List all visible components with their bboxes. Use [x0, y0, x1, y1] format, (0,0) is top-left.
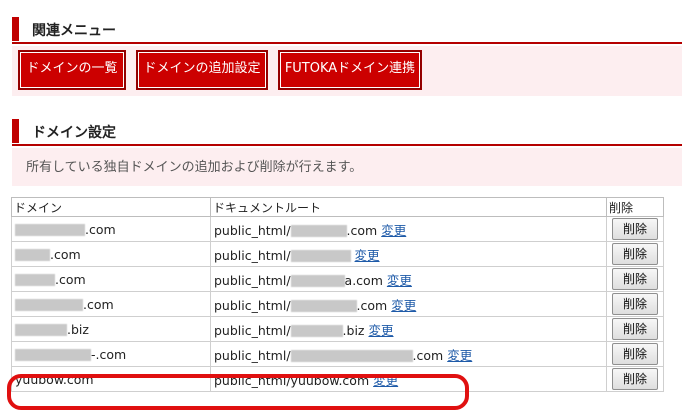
redacted-text — [15, 274, 55, 286]
redacted-text — [15, 299, 83, 311]
domain-name: .com — [83, 296, 114, 312]
domain-name: .com — [55, 271, 86, 287]
column-header-delete: 削除 — [606, 197, 664, 217]
redacted-text — [290, 250, 351, 262]
domain-name: .com — [85, 221, 116, 237]
delete-cell: 削除 — [606, 341, 664, 367]
document-root-cell: public_html/ .com 変更 — [210, 216, 607, 242]
redacted-text — [290, 350, 413, 362]
domain-cell: -.com — [11, 341, 211, 367]
domain-settings-header: ドメイン設定 — [12, 116, 682, 146]
change-link[interactable]: 変更 — [447, 348, 472, 363]
domain-settings-description: 所有している独自ドメインの追加および削除が行えます。 — [26, 160, 363, 175]
column-header-document-root: ドキュメントルート — [210, 197, 607, 217]
delete-cell: 削除 — [606, 216, 664, 242]
domain-cell: .com — [11, 291, 211, 317]
redacted-text — [15, 324, 67, 336]
domain-list-button[interactable]: ドメインの一覧 — [18, 50, 126, 90]
delete-button[interactable]: 削除 — [612, 243, 658, 265]
table-row: yuubow.com public_html/yuubow.com 変更 削除 — [11, 366, 664, 392]
change-link[interactable]: 変更 — [373, 373, 398, 388]
domain-settings-title: ドメイン設定 — [32, 125, 116, 141]
table-row: .com public_html/a.com 変更 削除 — [11, 266, 664, 292]
document-root-cell: public_html/変更 — [210, 241, 607, 267]
delete-button[interactable]: 削除 — [612, 218, 658, 240]
document-root-prefix: public_html/ — [214, 222, 291, 238]
document-root-cell: public_html/ .com 変更 — [210, 291, 607, 317]
domain-cell: .com — [11, 216, 211, 242]
document-root-cell: public_html/ .biz 変更 — [210, 316, 607, 342]
delete-cell: 削除 — [606, 241, 664, 267]
document-root-suffix: .com — [346, 222, 378, 238]
table-row: .com public_html/変更 削除 — [11, 241, 664, 267]
document-root-prefix: public_html/ — [214, 322, 291, 338]
related-menu-title: 関連メニュー — [32, 23, 116, 39]
domain-name: -.com — [91, 346, 127, 362]
delete-button[interactable]: 削除 — [612, 268, 658, 290]
section-marker — [12, 17, 19, 41]
delete-button[interactable]: 削除 — [612, 293, 658, 315]
delete-button[interactable]: 削除 — [612, 368, 658, 390]
document-root-cell: public_html/yuubow.com 変更 — [210, 366, 607, 392]
redacted-text — [15, 349, 91, 361]
table-row: -.com public_html/ .com 変更 削除 — [11, 341, 664, 367]
related-menu-panel: ドメインの一覧 ドメインの追加設定 FUTOKAドメイン連携 — [12, 46, 682, 96]
domain-name: .biz — [67, 321, 89, 337]
document-root-suffix: .com — [356, 297, 388, 313]
delete-cell: 削除 — [606, 291, 664, 317]
document-root-prefix: public_html/ — [214, 347, 291, 363]
domain-table: ドメイン ドキュメントルート 削除 .com public_html/.com 変… — [11, 197, 664, 392]
document-root-cell: public_html/ .com 変更 — [210, 341, 607, 367]
delete-cell: 削除 — [606, 266, 664, 292]
domain-add-settings-button[interactable]: ドメインの追加設定 — [136, 50, 268, 90]
futoka-domain-link-button[interactable]: FUTOKAドメイン連携 — [278, 50, 422, 90]
change-link[interactable]: 変更 — [355, 248, 380, 263]
redacted-text — [15, 249, 50, 261]
delete-cell: 削除 — [606, 366, 664, 392]
document-root-cell: public_html/a.com 変更 — [210, 266, 607, 292]
change-link[interactable]: 変更 — [391, 298, 416, 313]
delete-cell: 削除 — [606, 316, 664, 342]
redacted-text — [290, 225, 347, 237]
redacted-text — [15, 224, 85, 236]
document-root-prefix: public_html/ — [214, 247, 291, 263]
redacted-text — [290, 325, 343, 337]
redacted-text — [290, 275, 345, 287]
delete-button[interactable]: 削除 — [612, 343, 658, 365]
change-link[interactable]: 変更 — [387, 273, 412, 288]
related-menu-header: 関連メニュー — [12, 14, 682, 44]
delete-button[interactable]: 削除 — [612, 318, 658, 340]
table-row: .com public_html/.com 変更 削除 — [11, 216, 664, 242]
domain-name: .com — [50, 246, 81, 262]
document-root-prefix: public_html/yuubow.com — [214, 372, 370, 388]
document-root-prefix: public_html/ — [214, 272, 291, 288]
domain-settings-description-panel: 所有している独自ドメインの追加および削除が行えます。 — [12, 148, 682, 186]
document-root-prefix: public_html/ — [214, 297, 291, 313]
section-marker — [12, 119, 19, 143]
redacted-text — [290, 300, 357, 312]
domain-cell: .biz — [11, 316, 211, 342]
change-link[interactable]: 変更 — [369, 323, 394, 338]
change-link[interactable]: 変更 — [381, 223, 406, 238]
table-header-row: ドメイン ドキュメントルート 削除 — [11, 197, 664, 217]
document-root-suffix: a.com — [344, 272, 383, 288]
column-header-domain: ドメイン — [11, 197, 211, 217]
domain-cell: yuubow.com — [11, 366, 211, 392]
table-row: .com public_html/.com 変更 削除 — [11, 291, 664, 317]
document-root-suffix: .biz — [342, 322, 365, 338]
table-row: .biz public_html/ .biz 変更 削除 — [11, 316, 664, 342]
domain-cell: .com — [11, 266, 211, 292]
domain-name: yuubow.com — [15, 371, 94, 387]
document-root-suffix: .com — [412, 347, 444, 363]
domain-cell: .com — [11, 241, 211, 267]
